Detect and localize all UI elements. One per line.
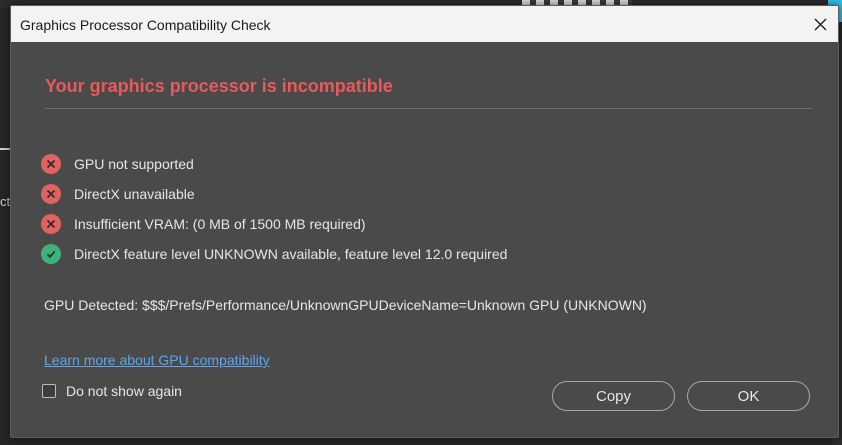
close-button[interactable] xyxy=(802,6,838,42)
check-text: Insufficient VRAM: (0 MB of 1500 MB requ… xyxy=(74,216,366,232)
close-icon xyxy=(814,18,826,30)
dont-show-again-label: Do not show again xyxy=(66,383,182,399)
checkbox-box[interactable] xyxy=(42,384,56,398)
background-dash xyxy=(0,148,10,150)
check-list: GPU not supported DirectX unavailable In… xyxy=(41,149,507,269)
copy-button[interactable]: Copy xyxy=(552,381,675,411)
check-item: Insufficient VRAM: (0 MB of 1500 MB requ… xyxy=(41,209,507,239)
check-circle-icon xyxy=(41,244,61,264)
x-circle-icon xyxy=(41,184,61,204)
ok-button[interactable]: OK xyxy=(687,381,810,411)
gpu-detected-text: GPU Detected: $$$/Prefs/Performance/Unkn… xyxy=(44,297,647,313)
error-heading: Your graphics processor is incompatible xyxy=(45,76,393,96)
heading-divider xyxy=(45,108,812,109)
dont-show-again-checkbox[interactable]: Do not show again xyxy=(42,383,182,399)
x-circle-icon xyxy=(41,154,61,174)
check-item: DirectX feature level UNKNOWN available,… xyxy=(41,239,507,269)
check-text: DirectX unavailable xyxy=(74,186,195,202)
title-bar: Graphics Processor Compatibility Check xyxy=(11,6,838,42)
window-title: Graphics Processor Compatibility Check xyxy=(20,17,271,33)
check-text: DirectX feature level UNKNOWN available,… xyxy=(74,246,508,262)
gpu-compatibility-dialog: Graphics Processor Compatibility Check Y… xyxy=(10,5,839,438)
check-text: GPU not supported xyxy=(74,156,194,172)
check-item: GPU not supported xyxy=(41,149,507,179)
background-text: ct xyxy=(0,194,11,209)
check-item: DirectX unavailable xyxy=(41,179,507,209)
x-circle-icon xyxy=(41,214,61,234)
learn-more-link[interactable]: Learn more about GPU compatibility xyxy=(44,352,270,368)
